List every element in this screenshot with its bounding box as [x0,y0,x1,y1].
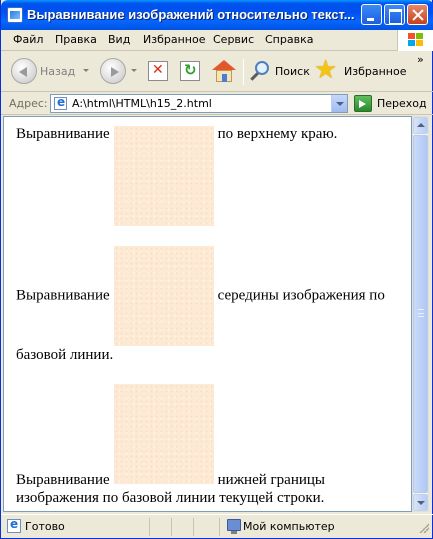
vertical-scrollbar[interactable] [412,116,429,512]
window-title: Выравнивание изображений относительно те… [27,7,355,22]
my-computer-icon [227,519,241,534]
close-icon [408,5,427,24]
home-icon[interactable] [211,58,237,84]
address-bar: Адрес: A:\html\HTML\h15_2.html Переход [1,92,433,115]
minimize-icon [362,5,381,24]
page-icon [54,95,67,110]
status-page-icon [7,517,21,533]
security-zone-text: Мой компьютер [243,520,335,533]
close-button[interactable] [407,4,428,25]
back-arrow-icon [19,67,27,77]
p3-text-before: Выравнивание [16,472,110,488]
menu-edit[interactable]: Правка [55,33,97,46]
address-label: Адрес: [9,97,48,110]
back-label[interactable]: Назад [40,65,75,78]
scroll-thumb[interactable] [413,135,428,493]
paragraph-align-middle: Выравнивание середины изображения по базо… [16,246,396,364]
maximize-button[interactable] [384,4,405,25]
page-viewport[interactable]: Выравнивание по верхнему краю. Выравниван… [3,116,412,512]
forward-button[interactable] [100,58,126,84]
scroll-up-icon[interactable] [413,117,428,134]
texture-image-top [113,126,214,226]
status-pane-divider [193,518,194,536]
menu-help[interactable]: Справка [265,33,313,46]
toolbar-overflow-chevron[interactable]: » [417,53,424,66]
texture-image-middle [113,246,214,346]
menu-favorites[interactable]: Избранное [143,33,205,46]
status-pane-divider [149,518,150,536]
address-value[interactable]: A:\html\HTML\h15_2.html [72,97,212,110]
paragraph-align-top: Выравнивание по верхнему краю. [16,125,396,226]
scroll-down-icon[interactable] [413,494,428,511]
p1-text-before: Выравнивание [16,126,110,142]
document-body: Выравнивание по верхнему краю. Выравниван… [16,125,396,507]
minimize-button[interactable] [361,4,382,25]
status-bar: Готово Мой компьютер [1,514,433,539]
menu-view[interactable]: Вид [108,33,130,46]
paragraph-align-bottom: Выравнивание нижней границы изображения п… [16,384,396,507]
status-text: Готово [25,520,65,533]
ie-page-icon [7,7,23,23]
p1-text-after: по верхнему краю. [217,126,338,142]
status-pane-divider [171,518,172,536]
search-icon[interactable] [249,60,273,84]
stop-icon[interactable] [148,61,168,81]
forward-arrow-icon [111,67,119,77]
go-arrow-icon[interactable] [354,95,372,112]
back-button[interactable] [11,58,37,84]
toolbar-separator [243,59,244,85]
status-pane-divider [219,518,220,536]
search-button-label[interactable]: Поиск [275,65,310,78]
address-dropdown-icon[interactable] [331,95,347,112]
favorites-star-icon[interactable]: ★ [314,56,337,84]
toolbar: Назад Поиск ★ Избранное » [1,52,433,92]
favorites-button-label[interactable]: Избранное [344,65,406,78]
maximize-icon [385,5,404,24]
p2-text-before: Выравнивание [16,287,110,304]
texture-image-bottom [113,384,214,484]
resize-grip-icon[interactable] [419,523,429,533]
menu-tools[interactable]: Сервис [213,33,254,46]
address-input[interactable]: A:\html\HTML\h15_2.html [50,94,348,113]
forward-dropdown-icon[interactable] [131,69,137,72]
windows-flag-icon [408,33,424,47]
go-button-label[interactable]: Переход [377,97,427,110]
refresh-icon[interactable] [180,61,200,81]
windows-logo [397,30,433,51]
menu-file[interactable]: Файл [13,33,43,46]
browser-window: Выравнивание изображений относительно те… [0,0,433,539]
thumb-grip-icon [418,309,424,317]
back-dropdown-icon[interactable] [83,69,89,72]
menu-bar: Файл Правка Вид Избранное Сервис Справка [1,30,433,51]
title-bar[interactable]: Выравнивание изображений относительно те… [1,0,433,30]
